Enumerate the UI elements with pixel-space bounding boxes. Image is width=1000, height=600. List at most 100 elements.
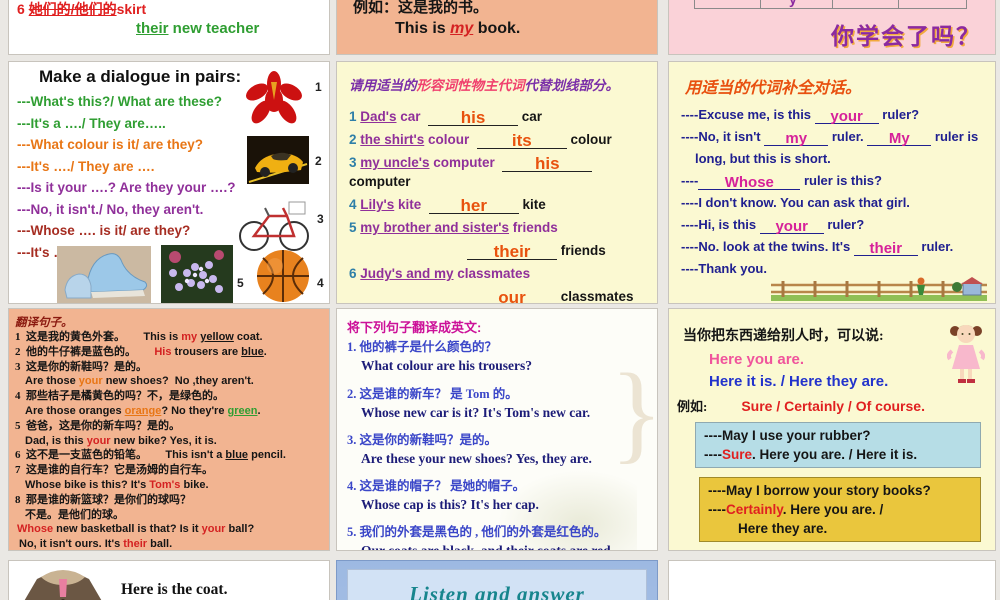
slide-translate-into-english[interactable]: } 将下列句子翻译成英文: 1. 他的裤子是什么颜色的？ What colour … <box>336 308 658 551</box>
text-segment: This isn't a <box>165 449 226 462</box>
slide-possessive-adjectives-exercise[interactable]: 请用适当的形容词性物主代词代替划线部分。 1 Dad's car his car… <box>336 61 658 304</box>
text-segment: 2 <box>349 132 361 147</box>
slide-here-is-the-coat[interactable]: Here is the coat. <box>8 560 330 600</box>
text-segment: This is <box>143 331 182 343</box>
text-line: 2 他的牛仔裤是蓝色的。 His trousers are blue. <box>15 345 329 360</box>
slide-example-my-book[interactable]: 例如：这是我的书。 This is my book. <box>336 0 658 55</box>
text-segment: the shirt's <box>360 132 425 147</box>
text-segment: 5 爸爸，这是你的新车吗？是的。 <box>15 419 180 432</box>
text-segment: 她们的/他们的 <box>28 1 117 17</box>
text-segment: ruler. <box>828 129 868 144</box>
text-segment: ----Thank you. <box>681 261 767 276</box>
text-segment: my brother and sister's <box>360 220 510 235</box>
text-segment: 4. 这是谁的帽子？ 是她的帽子。 <box>347 479 526 493</box>
basketball-image <box>257 250 309 302</box>
text-segment: my <box>450 20 474 37</box>
text-segment: his <box>428 109 519 126</box>
text-line: No, it isn't ours. It's their ball. <box>15 537 329 551</box>
text-segment: car <box>396 109 429 124</box>
text-segment: their <box>136 20 169 37</box>
text-segment: ----No. look at the twins. It's <box>681 239 854 254</box>
text-segment: their <box>467 243 557 260</box>
text-segment: ---What colour is it/ are they? <box>17 137 204 152</box>
storybooks-dialogue-box: ----May I borrow your story books? ----Ce… <box>699 477 981 542</box>
text-segment: ---No, it isn't./ No, they aren't. <box>17 201 204 217</box>
text-segment: 8 那是谁的新篮球？是你们的球吗？ <box>15 493 191 506</box>
text-line: Whose bike is this? It's Tom's bike. <box>15 478 329 493</box>
text-segment: Are those <box>25 375 79 388</box>
text-segment: No, it isn't ours. It's <box>19 538 124 551</box>
their-new-teacher-line: their new teacher <box>136 20 259 37</box>
text-line: Are those your new shoes? No ,they aren'… <box>15 374 329 389</box>
slide-translate-sentences[interactable]: 翻译句子。 1 这是我的黄色外套。 This is my yellow coat… <box>8 308 330 551</box>
table-cell <box>694 0 761 9</box>
text-line: 8 那是谁的新篮球？是你们的球吗？ <box>15 493 329 508</box>
text-segment: Whose <box>17 523 54 536</box>
text-segment: 5. 我们的外套是黑色的 , 他们的外套是红色的。 <box>347 525 607 539</box>
text-segment: book. <box>473 20 521 37</box>
text-segment: new teacher <box>168 20 260 37</box>
image-number-label: 2 <box>315 154 322 168</box>
text-segment: skirt <box>116 1 147 17</box>
text-segment: yellow <box>200 331 234 343</box>
slide-here-you-are[interactable]: 当你把东西递给别人时，可以说: Here you are. Here it is… <box>668 308 996 551</box>
text-segment: Whose <box>698 175 801 190</box>
text-segment: Dad, is this <box>25 434 87 447</box>
example-row: 例如: Sure / Certainly / Of course. <box>669 396 995 415</box>
text-segment: coat. <box>233 331 263 343</box>
text-segment: your <box>759 219 824 234</box>
text-segment: His <box>154 345 172 358</box>
text-segment: Certainly <box>725 502 783 517</box>
slide-make-a-dialogue[interactable]: Make a dialogue in pairs: ---What's this… <box>8 61 330 304</box>
bicycle-image <box>239 201 309 251</box>
coat-image <box>24 570 102 600</box>
text-segment: . <box>257 404 261 417</box>
text-segment: ----No, it isn't <box>681 129 765 144</box>
example-chinese-line: 例如：这是我的书。 <box>353 0 489 16</box>
text-segment: ball. <box>147 538 173 551</box>
text-line: 1. 他的裤子是什么颜色的？ <box>347 338 657 357</box>
text-segment: ---Is it your ….? Are they your ….? <box>17 180 236 195</box>
text-line: ----Certainly. Here you are. / <box>708 500 972 519</box>
slide-their-new-teacher[interactable]: 6 她们的/他们的skirt their new teacher <box>8 0 330 55</box>
text-segment: . Here you are. / <box>782 502 884 517</box>
text-line: 4 Lily's kite her kite <box>349 195 657 214</box>
text-segment: . <box>263 345 267 358</box>
yellow-car-image <box>247 136 309 184</box>
text-segment: Sure <box>721 447 752 462</box>
text-segment: long, but this is short. <box>695 151 831 166</box>
text-segment: Whose cap is this? It's her cap. <box>361 496 539 512</box>
text-segment: ---- <box>708 502 726 517</box>
text-segment: orange <box>124 404 162 417</box>
text-line: ----May I use your rubber? <box>704 426 972 445</box>
text-line: 5 my brother and sister's friends <box>349 218 657 237</box>
pronoun-table-remnant: y <box>694 0 967 9</box>
text-line: 2 the shirt's colour its colour <box>349 130 657 149</box>
text-segment: ball? <box>225 523 255 536</box>
text-segment: 形容词性物主代词 <box>416 78 525 93</box>
slide-title: 翻译句子。 <box>15 317 73 329</box>
text-segment: 2 他的牛仔裤是蓝色的。 <box>15 345 136 358</box>
text-segment: ---- <box>704 447 722 462</box>
text-line: Whose new car is it? It's Tom's new car. <box>347 404 657 423</box>
slide-did-you-learn[interactable]: y 你学会了吗？ <box>668 0 996 55</box>
text-segment: my uncle's <box>360 155 430 170</box>
text-segment: 3 <box>349 155 361 170</box>
text-segment: your <box>201 523 226 536</box>
text-segment: your <box>86 434 111 447</box>
text-segment: Whose bike is this? It's <box>25 478 150 491</box>
text-segment: my <box>764 131 829 146</box>
text-line: 不是。是他们的球。 <box>15 508 329 523</box>
slide-complete-dialogue-exercise[interactable]: 用适当的代词补全对话。 ----Excuse me, is this your … <box>668 61 996 304</box>
text-segment: car <box>518 109 543 124</box>
text-segment: blue <box>241 345 264 358</box>
text-line: 3 my uncle's computer his computer <box>349 153 657 191</box>
slide-blank[interactable] <box>668 560 996 600</box>
text-segment: their <box>853 241 918 256</box>
text-segment: 代替划线部分。 <box>524 78 620 93</box>
text-line: ----Sure. Here you are. / Here it is. <box>704 445 972 464</box>
text-line: Our coats are black, and their coats are… <box>347 542 657 551</box>
slide-listen-and-answer[interactable]: Listen and answer <box>336 560 658 600</box>
text-line: ---- Whose ruler is this? <box>681 170 995 192</box>
text-segment: 4 那些桔子是橘黄色的吗？不，是绿色的。 <box>15 390 224 403</box>
